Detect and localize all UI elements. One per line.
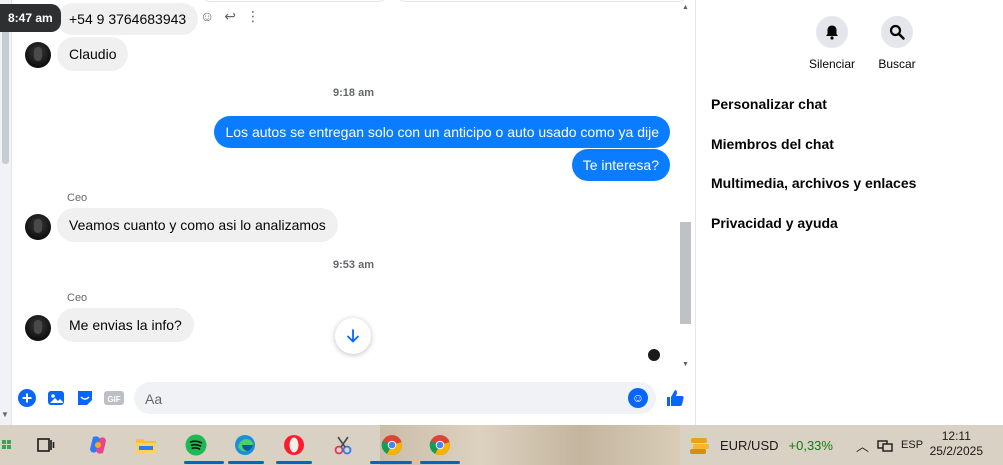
message-text: Claudio (69, 46, 117, 62)
message-input[interactable]: Aa ☺ (134, 382, 656, 414)
search-button[interactable]: Buscar (867, 16, 927, 71)
active-app-indicator (276, 461, 312, 464)
link-card[interactable] (202, 0, 387, 2)
like-icon[interactable] (664, 387, 686, 409)
clock[interactable]: 12:11 25/2/2025 (930, 429, 983, 459)
avatar[interactable] (25, 315, 51, 341)
chat-scrollbar[interactable]: ▲ ▼ (678, 0, 693, 372)
message-bubble-outgoing[interactable]: Los autos se entregan solo con un antici… (214, 116, 670, 148)
ticker-symbol: EUR/USD (720, 437, 779, 453)
message-bubble[interactable]: Me envias la info? (57, 308, 194, 342)
stock-widget[interactable]: EUR/USD +0,33% (688, 425, 833, 465)
sticker-icon[interactable] (75, 388, 95, 408)
timestamp: 9:18 am (333, 87, 374, 99)
snipping-tool-icon[interactable] (331, 433, 355, 457)
menu-chat-members[interactable]: Miembros del chat (711, 136, 834, 152)
svg-text:GIF: GIF (107, 395, 120, 404)
avatar[interactable] (25, 42, 51, 68)
scroll-to-bottom-button[interactable] (335, 318, 371, 354)
arrow-down-icon (347, 329, 359, 343)
mute-button[interactable]: Silenciar (802, 16, 862, 71)
gif-icon[interactable]: GIF (104, 388, 124, 408)
mute-label: Silenciar (808, 57, 856, 71)
message-text: Los autos se entregan solo con un antici… (225, 124, 659, 140)
menu-customize-chat[interactable]: Personalizar chat (711, 96, 827, 112)
edge-icon[interactable] (233, 433, 257, 457)
sender-name: Ceo (67, 292, 88, 304)
copilot-icon[interactable] (86, 433, 110, 457)
link-card[interactable] (397, 0, 687, 2)
timestamp: 9:53 am (333, 259, 374, 271)
active-app-indicator (370, 461, 412, 464)
menu-privacy-help[interactable]: Privacidad y ayuda (711, 215, 838, 231)
chevron-up-icon[interactable]: ︿ (856, 436, 869, 455)
read-receipt-avatar (648, 349, 660, 361)
message-bubble-outgoing[interactable]: Te interesa? (571, 149, 670, 181)
message-text: Veamos cuanto y como asi lo analizamos (69, 217, 326, 233)
active-app-indicator (184, 461, 224, 464)
spotify-icon[interactable] (184, 433, 208, 457)
message-actions: ☺ ↩ ⋮ (200, 8, 260, 25)
active-app-indicator (228, 461, 264, 464)
chat-info-panel: Silenciar Buscar Personalizar chat Miemb… (695, 0, 1003, 425)
scroll-down-arrow-icon[interactable]: ▼ (682, 361, 689, 368)
windows-taskbar: EUR/USD +0,33% ︿ ESP 12:11 25/2/2025 (0, 425, 1003, 465)
bell-icon (816, 16, 848, 48)
message-composer: GIF Aa ☺ (12, 372, 695, 425)
message-bubble[interactable]: Veamos cuanto y como asi lo analizamos (57, 208, 338, 242)
chrome-profile-icon[interactable] (428, 433, 452, 457)
task-view-icon[interactable] (34, 433, 58, 457)
scroll-down-arrow-icon[interactable]: ▼ (1, 410, 9, 419)
timestamp-tooltip: 8:47 am (0, 4, 61, 32)
chrome-icon[interactable] (380, 433, 404, 457)
start-icon[interactable] (0, 433, 14, 457)
more-options-icon[interactable]: ⋮ (246, 8, 260, 25)
search-icon (881, 16, 913, 48)
active-app-indicator (420, 461, 460, 464)
sender-name: Ceo (67, 192, 88, 204)
chat-scrollbar-thumb[interactable] (680, 222, 691, 324)
opera-icon[interactable] (282, 433, 306, 457)
file-explorer-icon[interactable] (134, 433, 158, 457)
language-indicator[interactable]: ESP (901, 439, 923, 451)
ticker-change: +0,33% (788, 437, 833, 453)
react-icon[interactable]: ☺ (200, 8, 214, 25)
plus-icon[interactable] (17, 388, 37, 408)
link-preview-cards (202, 0, 692, 2)
message-text: Te interesa? (582, 157, 659, 173)
emoji-icon[interactable]: ☺ (628, 388, 648, 408)
clock-time: 12:11 (941, 429, 971, 443)
avatar[interactable] (25, 214, 51, 240)
message-bubble[interactable]: Claudio (57, 37, 129, 71)
stock-coins-icon (690, 438, 709, 454)
photo-icon[interactable] (46, 388, 66, 408)
system-tray: ︿ ESP (856, 425, 923, 465)
taskbar-wallpaper (380, 425, 680, 465)
tooltip-text: 8:47 am (8, 11, 53, 25)
network-icon[interactable] (877, 438, 893, 452)
message-text: +54 9 3764683943 (69, 11, 187, 27)
menu-media-files-links[interactable]: Multimedia, archivos y enlaces (711, 175, 916, 191)
screen: ▼ +54 9 3764683943 ☺ ↩ ⋮ 8:47 am Claudio… (0, 0, 1003, 465)
chat-pane: +54 9 3764683943 ☺ ↩ ⋮ 8:47 am Claudio 9… (0, 0, 695, 425)
message-text: Me envias la info? (69, 317, 182, 333)
left-scrollbar-thumb[interactable] (2, 24, 9, 164)
search-label: Buscar (878, 57, 916, 71)
scroll-up-arrow-icon[interactable]: ▲ (682, 4, 689, 11)
message-input-placeholder: Aa (145, 391, 163, 407)
reply-icon[interactable]: ↩ (224, 8, 236, 25)
message-bubble[interactable]: +54 9 3764683943 (57, 3, 199, 35)
left-scrollbar[interactable]: ▼ (0, 0, 12, 425)
clock-date: 25/2/2025 (929, 444, 983, 458)
